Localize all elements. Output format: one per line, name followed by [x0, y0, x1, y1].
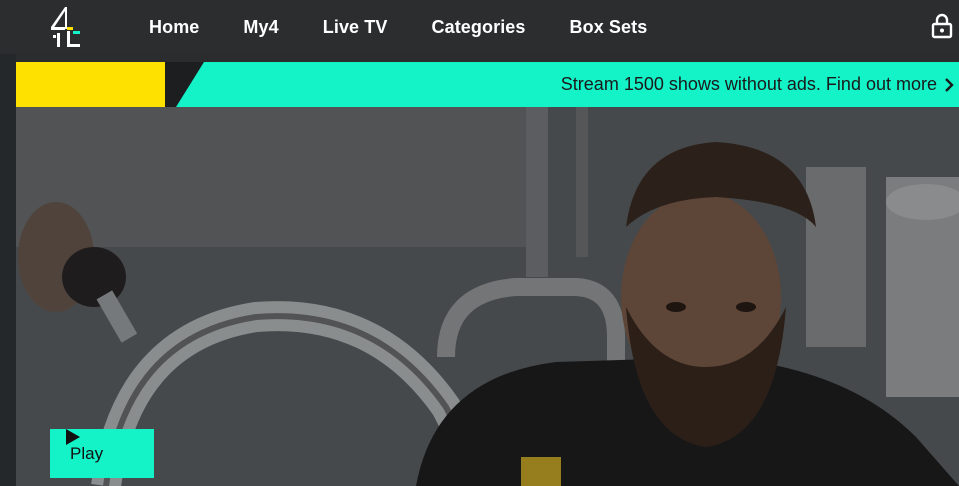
play-icon — [66, 429, 80, 445]
hero-banner: Play — [16, 107, 959, 486]
left-edge-strip — [0, 54, 16, 486]
main-menu: Home My4 Live TV Categories Box Sets — [127, 0, 669, 54]
hero-image — [16, 107, 959, 486]
page: Home My4 Live TV Categories Box Sets Str… — [0, 0, 959, 486]
promo-link[interactable]: Stream 1500 shows without ads. Find out … — [176, 62, 959, 107]
nav-item-home[interactable]: Home — [149, 17, 199, 38]
play-button-label: Play — [70, 443, 104, 463]
lock-icon[interactable] — [931, 13, 953, 39]
nav-item-my4[interactable]: My4 — [243, 17, 278, 38]
nav-item-box-sets[interactable]: Box Sets — [570, 17, 648, 38]
channel4-logo-icon[interactable] — [48, 5, 82, 51]
promo-text: Stream 1500 shows without ads. Find out … — [560, 74, 937, 94]
top-navigation: Home My4 Live TV Categories Box Sets — [0, 0, 959, 54]
promo-banner: Stream 1500 shows without ads. Find out … — [16, 62, 959, 107]
play-button[interactable]: Play — [50, 429, 154, 478]
chevron-right-icon — [945, 78, 954, 92]
promo-yellow-block — [16, 62, 165, 107]
nav-item-categories[interactable]: Categories — [431, 17, 525, 38]
nav-item-live-tv[interactable]: Live TV — [323, 17, 388, 38]
